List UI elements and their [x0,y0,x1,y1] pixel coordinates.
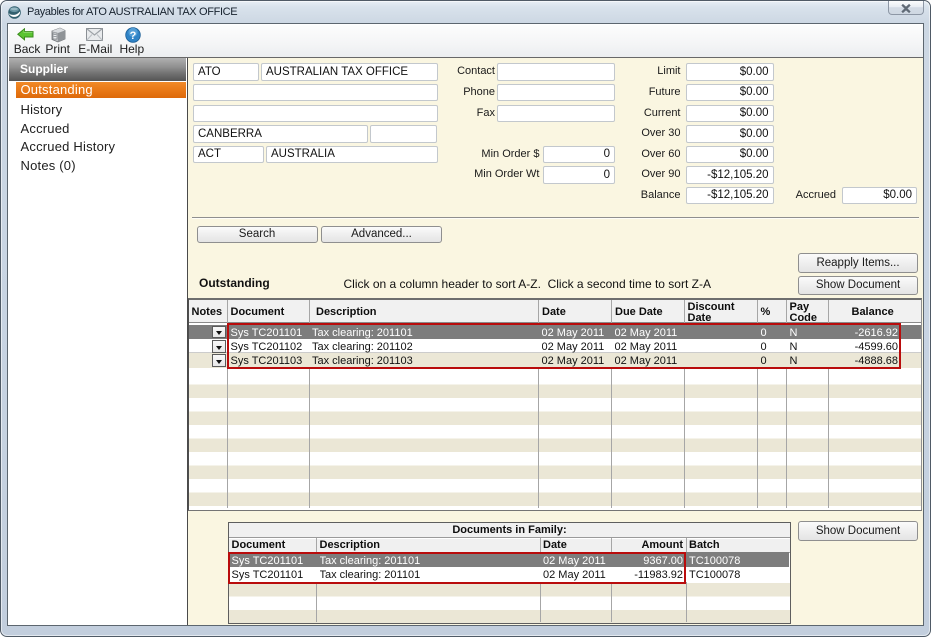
svg-text:?: ? [129,30,136,42]
